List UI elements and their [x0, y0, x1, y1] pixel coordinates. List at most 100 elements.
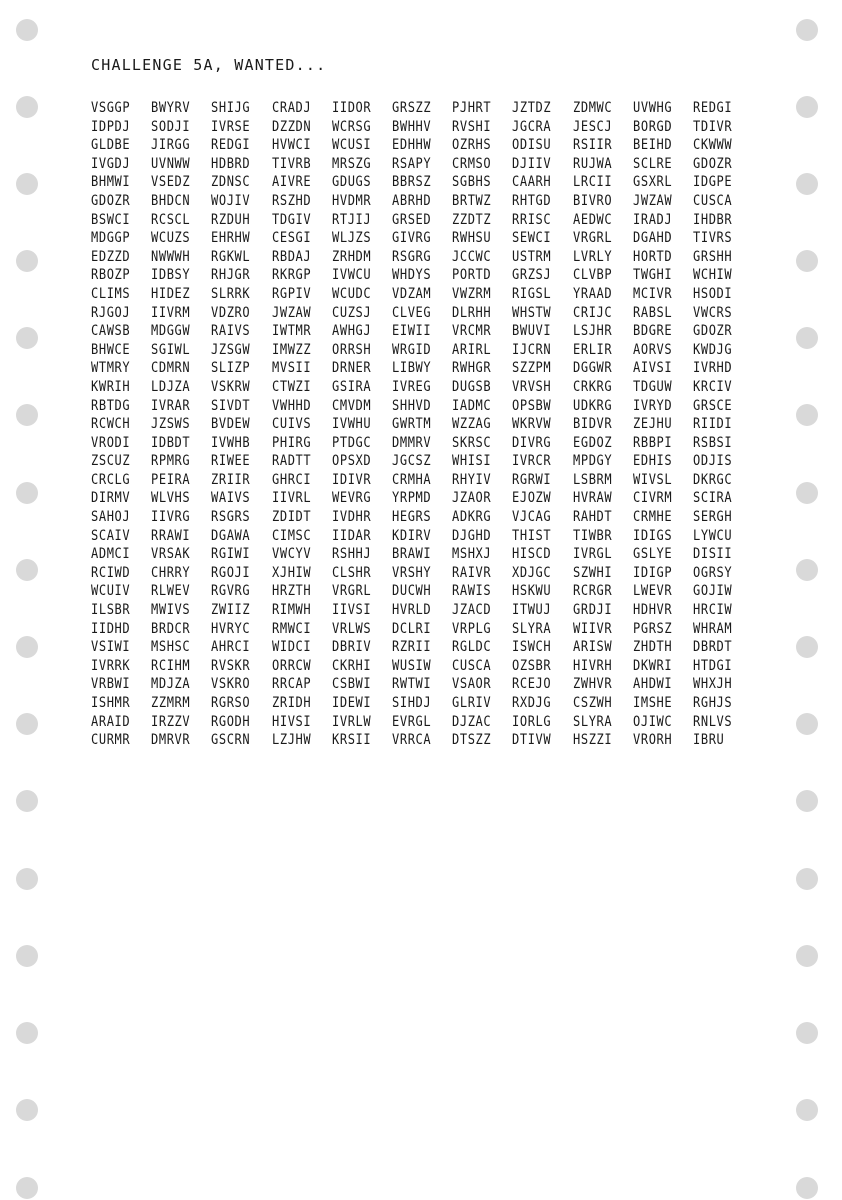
- cipher-group: IVRYD: [632, 397, 672, 414]
- cipher-group: ZSCUZ: [91, 453, 131, 470]
- cipher-group: CUSCA: [452, 657, 492, 674]
- cipher-group: JCCWC: [452, 248, 492, 265]
- cipher-group: YRAAD: [572, 285, 612, 302]
- cipher-group: RAIVS: [211, 323, 251, 340]
- cipher-group: DKRGC: [692, 471, 733, 488]
- cipher-group: IBRU: [692, 732, 725, 749]
- cipher-group: JGCSZ: [391, 453, 432, 470]
- cipher-group: ZZDTZ: [452, 211, 492, 228]
- cipher-group: MCIVR: [632, 285, 672, 302]
- cipher-group: RADTT: [271, 453, 311, 470]
- cipher-group: WHRAM: [692, 620, 733, 637]
- cipher-group: IVREG: [391, 378, 432, 395]
- cipher-group: DGAHD: [632, 230, 672, 247]
- cipher-group: IVRHD: [692, 360, 733, 377]
- cipher-group: CLVEG: [391, 304, 432, 321]
- cipher-group: RCRGR: [572, 583, 612, 600]
- cipher-group: HORTD: [632, 248, 672, 265]
- cipher-group: RSGRG: [391, 248, 432, 265]
- cipher-group: OZRHS: [452, 137, 492, 154]
- cipher-group: DBRIV: [331, 639, 372, 656]
- cipher-group: GHRCI: [271, 471, 311, 488]
- binder-hole: [16, 96, 38, 118]
- cipher-group: MPDGY: [572, 453, 612, 470]
- binder-hole: [796, 19, 818, 41]
- cipher-group: IIDAR: [331, 527, 372, 544]
- cipher-line: RCWCH JZSWS BVDEW CUIVS IVWHU GWRTM WZZAG WKRVW…: [91, 415, 771, 434]
- cipher-group: KWRIH: [91, 378, 131, 395]
- binder-hole: [16, 327, 38, 349]
- cipher-group: UDKRG: [572, 397, 612, 414]
- cipher-group: ZHDTH: [632, 639, 672, 656]
- cipher-group: VSAOR: [452, 676, 492, 693]
- cipher-group: VDZAM: [391, 285, 432, 302]
- cipher-group: GDOZR: [692, 323, 733, 340]
- cipher-group: NWWWH: [151, 248, 191, 265]
- cipher-group: OPSXD: [331, 453, 372, 470]
- cipher-group: TDIVR: [692, 118, 733, 135]
- cipher-line: ARAID IRZZV RGODH HIVSI IVRLW EVRGL DJZAC IORLG…: [91, 713, 771, 732]
- cipher-group: IIDOR: [331, 100, 372, 116]
- cipher-group: GRSCE: [692, 397, 733, 414]
- cipher-group: CSZWH: [572, 695, 612, 711]
- cipher-group: RZRII: [391, 639, 432, 656]
- cipher-line: GDOZR BHDCN WOJIV RSZHD HVDMR ABRHD BRTWZ RHTGD…: [91, 192, 771, 211]
- cipher-group: VDZRO: [211, 304, 251, 321]
- cipher-group: RGKWL: [211, 248, 251, 265]
- cipher-group: PEIRA: [151, 471, 191, 488]
- cipher-group: IVWHU: [331, 416, 372, 433]
- cipher-group: HISCD: [512, 546, 552, 563]
- binder-hole: [796, 559, 818, 581]
- cipher-group: MRSZG: [331, 155, 372, 172]
- cipher-group: AIVSI: [632, 360, 672, 377]
- cipher-group: IVRRK: [91, 657, 131, 674]
- cipher-group: RSGRS: [211, 509, 251, 526]
- cipher-line: EDZZD NWWWH RGKWL RBDAJ ZRHDM RSGRG JCCWC USTRM…: [91, 248, 771, 267]
- cipher-group: AHRCI: [211, 639, 251, 656]
- cipher-group: PHIRG: [271, 434, 311, 451]
- cipher-group: VSIWI: [91, 639, 131, 656]
- binder-hole: [796, 482, 818, 504]
- cipher-line: RBTDG IVRAR SIVDT VWHHD CMVDM SHHVD IADMC OPSBW…: [91, 397, 771, 416]
- cipher-group: HIVSI: [271, 713, 311, 730]
- cipher-group: ILSBR: [91, 602, 131, 619]
- cipher-group: CKRHI: [331, 657, 372, 674]
- cipher-line: SCAIV RRAWI DGAWA CIMSC IIDAR KDIRV DJGHD THIST…: [91, 527, 771, 546]
- cipher-group: VRBWI: [91, 676, 131, 693]
- cipher-group: RMWCI: [271, 620, 311, 637]
- cipher-group: XDJGC: [512, 564, 552, 581]
- cipher-group: AIVRE: [271, 174, 311, 191]
- binder-hole: [16, 868, 38, 890]
- cipher-group: IRADJ: [632, 211, 672, 228]
- cipher-group: WTMRY: [91, 360, 131, 377]
- cipher-group: EDHIS: [632, 453, 672, 470]
- cipher-group: IDBDT: [151, 434, 191, 451]
- cipher-group: GLRIV: [452, 695, 492, 711]
- cipher-group: AHDWI: [632, 676, 672, 693]
- binder-hole: [796, 945, 818, 967]
- cipher-group: WHSTW: [512, 304, 552, 321]
- cipher-group: CRMHE: [632, 509, 672, 526]
- cipher-group: CURMR: [91, 732, 131, 749]
- cipher-group: IDIVR: [331, 471, 372, 488]
- cipher-group: CLIMS: [91, 285, 131, 302]
- cipher-group: ZDMWC: [572, 100, 612, 116]
- cipher-group: REDGI: [692, 100, 733, 116]
- cipher-group: SEWCI: [512, 230, 552, 247]
- binder-hole: [16, 404, 38, 426]
- cipher-group: WOJIV: [211, 192, 251, 209]
- cipher-line: BHMWI VSEDZ ZDNSC AIVRE GDUGS BBRSZ SGBHS CAARH…: [91, 173, 771, 192]
- cipher-group: DGAWA: [211, 527, 251, 544]
- cipher-group: RKRGP: [271, 267, 311, 284]
- cipher-group: IIVRG: [151, 509, 191, 526]
- binder-hole: [16, 1177, 38, 1199]
- cipher-group: CRCLG: [91, 471, 131, 488]
- cipher-group: ZRIDH: [271, 695, 311, 711]
- cipher-group: SCIRA: [692, 490, 733, 507]
- cipher-group: GSXRL: [632, 174, 672, 191]
- cipher-group: RSIIR: [572, 137, 612, 154]
- cipher-group: IDIGP: [632, 564, 672, 581]
- cipher-group: RCIWD: [91, 564, 131, 581]
- cipher-group: VSKRO: [211, 676, 251, 693]
- page-title: CHALLENGE 5A, WANTED...: [91, 56, 327, 74]
